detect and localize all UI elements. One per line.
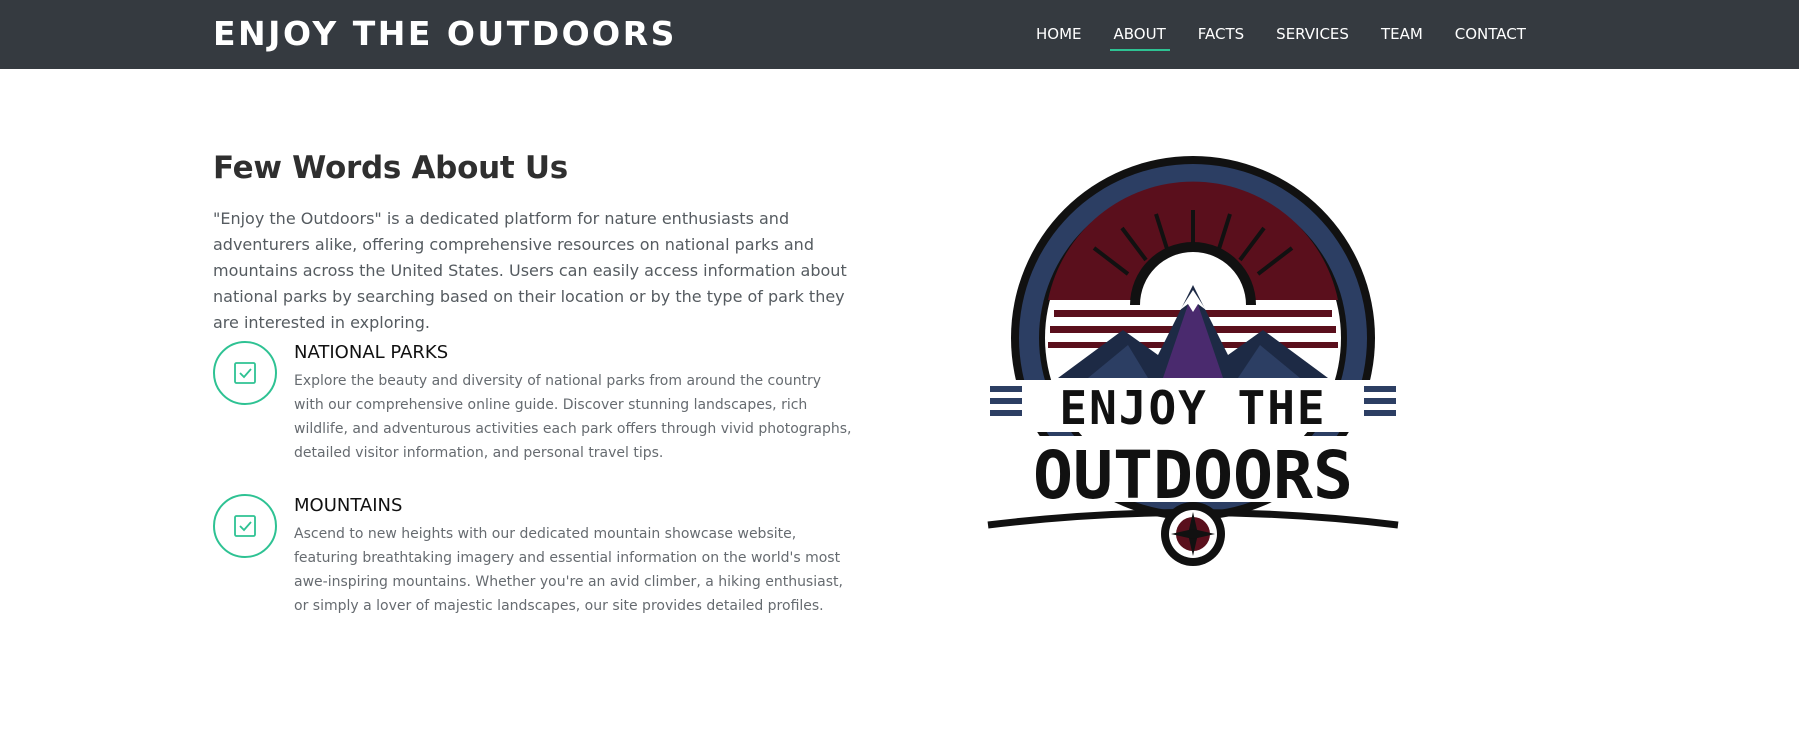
nav-facts[interactable]: FACTS (1198, 0, 1244, 69)
enjoy-the-outdoors-logo: ENJOY THE OUTDOORS (908, 140, 1478, 580)
logo-line-1: ENJOY THE (1059, 381, 1326, 435)
feature-description: Explore the beauty and diversity of nati… (294, 373, 852, 461)
nav-home[interactable]: HOME (1036, 0, 1082, 69)
feature-title: NATIONAL PARKS (294, 342, 449, 363)
top-navbar: ENJOY THE OUTDOORS HOME ABOUT FACTS SERV… (0, 0, 1799, 69)
feature-national-parks: NATIONAL PARKS Explore the beauty and di… (213, 341, 863, 471)
nav-team[interactable]: TEAM (1381, 0, 1423, 69)
feature-description: Ascend to new heights with our dedicated… (294, 526, 843, 614)
nav-about[interactable]: ABOUT (1109, 0, 1171, 69)
checkbox-icon (213, 341, 277, 405)
section-title: Few Words About Us (213, 150, 568, 186)
main-nav: HOME ABOUT FACTS SERVICES TEAM CONTACT (1036, 0, 1558, 69)
checkbox-icon (213, 494, 277, 558)
site-brand[interactable]: ENJOY THE OUTDOORS (213, 14, 677, 54)
intro-paragraph: "Enjoy the Outdoors" is a dedicated plat… (213, 209, 847, 332)
nav-contact[interactable]: CONTACT (1455, 0, 1526, 69)
feature-mountains: MOUNTAINS Ascend to new heights with our… (213, 494, 863, 624)
feature-title: MOUNTAINS (294, 495, 403, 516)
nav-services[interactable]: SERVICES (1276, 0, 1349, 69)
